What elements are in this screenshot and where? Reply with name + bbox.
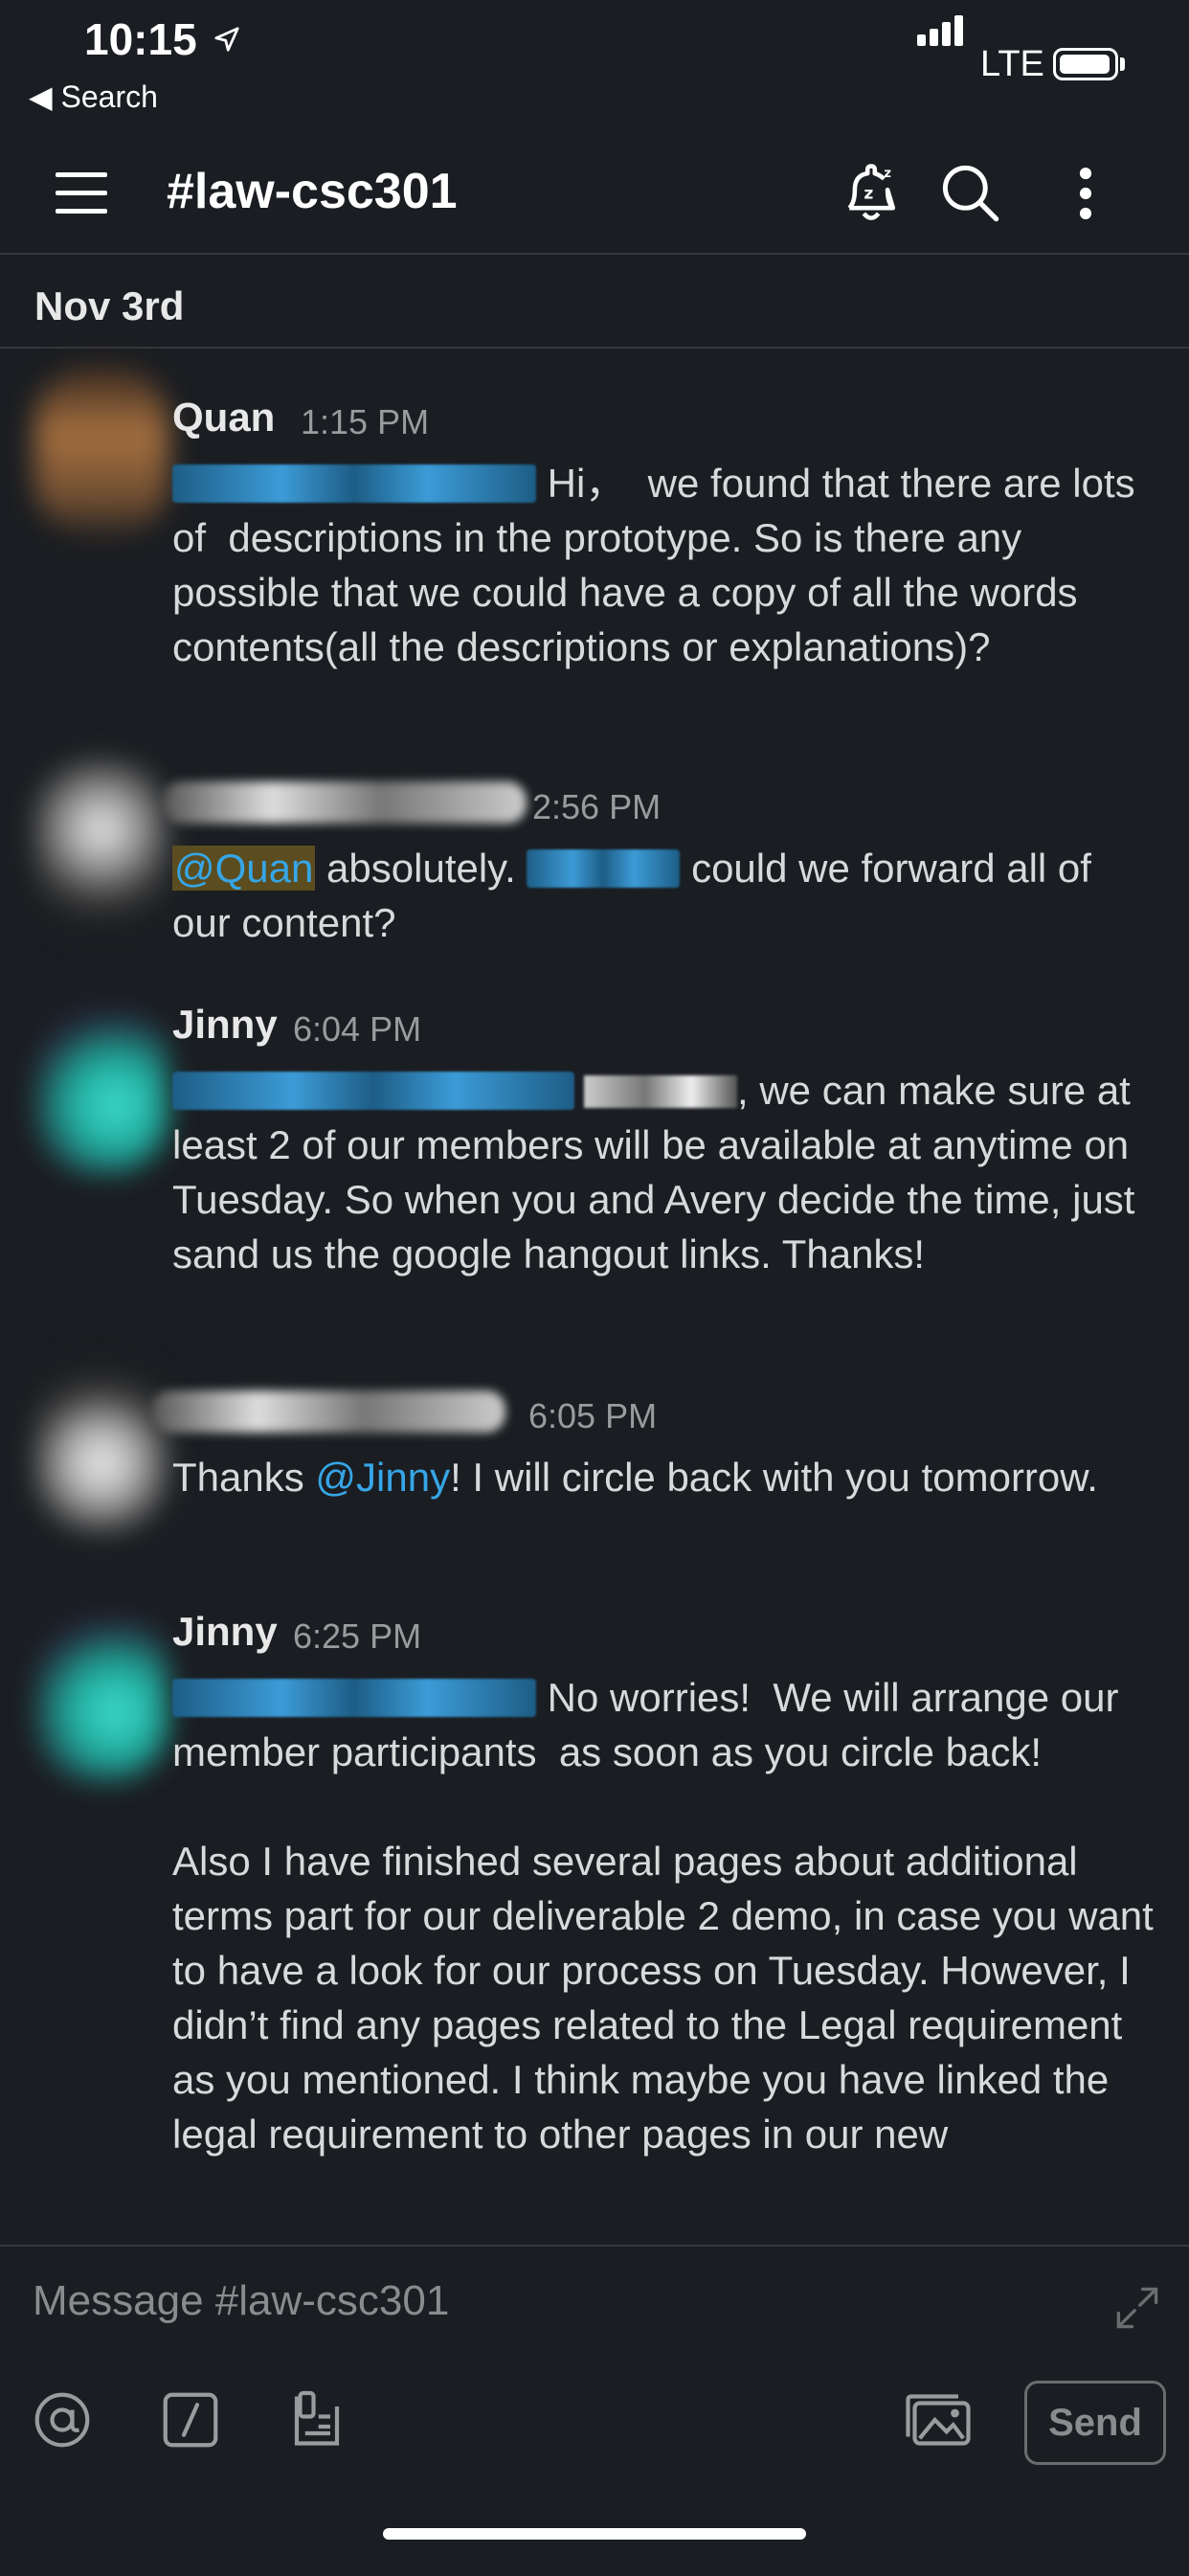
avatar[interactable] (34, 1002, 168, 1174)
message-sender[interactable]: Jinny (172, 1002, 278, 1048)
redacted-sender (151, 1390, 505, 1433)
network-label: LTE (980, 44, 1044, 84)
message-input[interactable]: Message #law-csc301 (33, 2277, 449, 2325)
hamburger-icon[interactable] (56, 169, 107, 218)
message-timestamp: 1:15 PM (301, 402, 430, 441)
avatar[interactable] (34, 1609, 168, 1781)
date-divider: Nov 3rd (0, 255, 1189, 349)
redacted-mention (172, 464, 536, 503)
redacted-mention (172, 1072, 574, 1110)
avatar[interactable] (34, 1360, 168, 1532)
svg-text:z: z (884, 167, 891, 181)
avatar[interactable] (34, 760, 168, 933)
snooze-bell-icon[interactable]: z z (835, 157, 908, 230)
message-timestamp: 6:25 PM (293, 1616, 422, 1656)
message-timestamp: 6:05 PM (528, 1396, 658, 1435)
status-time: 10:15 (84, 14, 197, 64)
redacted-text (584, 1075, 737, 1108)
back-to-search-link[interactable]: ◀ Search (29, 79, 158, 115)
photo-icon[interactable] (900, 2386, 976, 2453)
message-composer: Message #law-csc301 Send (0, 2245, 1189, 2576)
status-bar: 10:15 ◀ Search LTE (0, 0, 1189, 134)
send-button[interactable]: Send (1024, 2381, 1166, 2465)
avatar[interactable] (34, 366, 168, 538)
location-arrow-icon (214, 27, 239, 52)
message-timestamp: 6:04 PM (293, 1009, 422, 1049)
message-sender[interactable]: Quan (172, 395, 275, 441)
home-indicator[interactable] (383, 2528, 806, 2540)
message-text: Hi， we found that there are lots of desc… (172, 461, 1147, 669)
more-vertical-icon[interactable] (1049, 157, 1122, 230)
message-text: Thanks @Jinny! I will circle back with y… (172, 1455, 1098, 1500)
at-icon[interactable] (29, 2386, 96, 2453)
mention-quan[interactable]: @Quan (172, 846, 316, 891)
message-text: , we can make sure at least 2 of our mem… (172, 1068, 1147, 1277)
back-search-label: Search (60, 79, 158, 114)
channel-header: #law-csc301 z z (0, 134, 1189, 255)
expand-icon[interactable] (1110, 2281, 1164, 2335)
message-sender[interactable]: Jinny (172, 1609, 278, 1655)
message-text: No worries! We will arrange our member p… (172, 1675, 1165, 2157)
mention-jinny[interactable]: @Jinny (315, 1455, 450, 1500)
message-text: @Quan absolutely. could we forward all o… (172, 846, 1103, 945)
redacted-mention (172, 1679, 536, 1717)
message-timestamp: 2:56 PM (532, 787, 662, 826)
redacted-sender (163, 781, 527, 824)
slash-command-icon[interactable] (157, 2386, 224, 2453)
svg-text:z: z (864, 185, 873, 204)
clipboard-icon[interactable] (283, 2386, 350, 2453)
search-icon[interactable] (934, 157, 1007, 230)
channel-title[interactable]: #law-csc301 (167, 163, 458, 220)
battery-icon (1053, 48, 1118, 80)
redacted-mention (527, 849, 681, 888)
date-label: Nov 3rd (34, 283, 185, 328)
